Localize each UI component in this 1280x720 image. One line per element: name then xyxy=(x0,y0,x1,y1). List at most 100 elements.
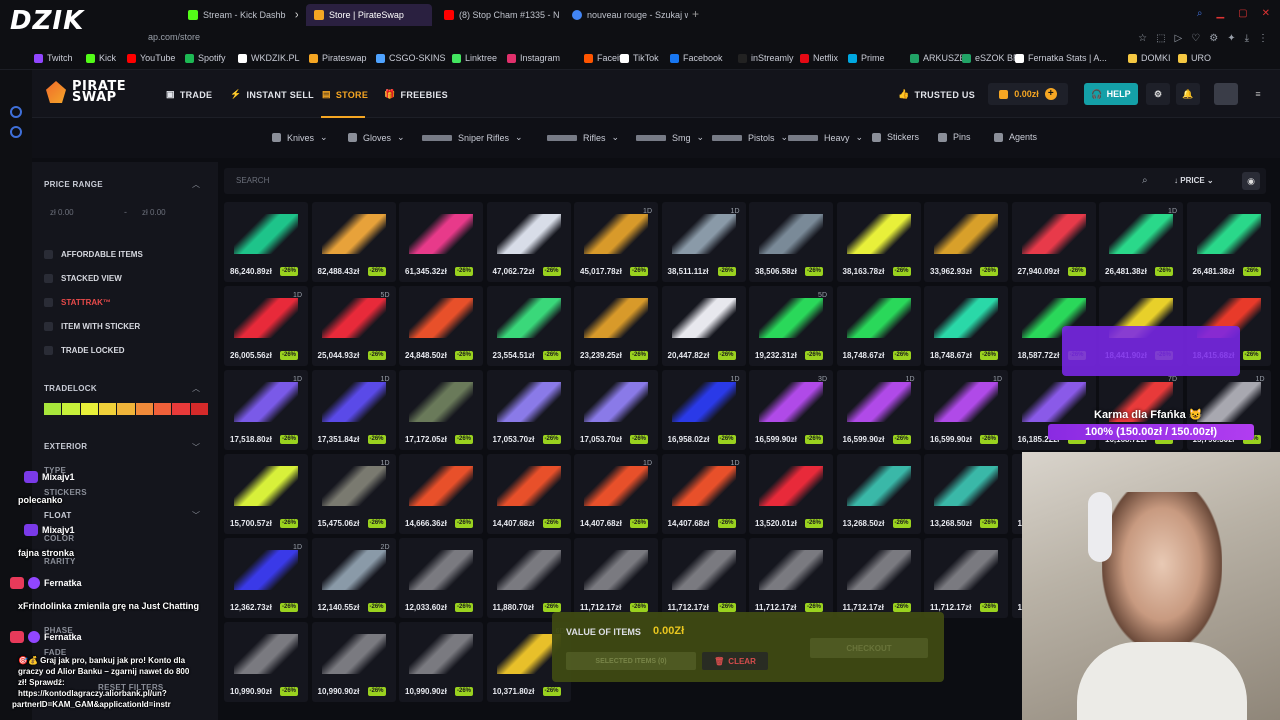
item-card[interactable]: 1D 16,958.02zł -26% xyxy=(661,370,746,450)
bookmark-prime[interactable]: Prime xyxy=(848,53,885,63)
category-stickers[interactable]: Stickers xyxy=(872,132,919,142)
item-card[interactable]: 26,481.38zł -26% xyxy=(1186,202,1271,282)
item-card[interactable]: 13,520.01zł -26% xyxy=(749,454,833,534)
search-tabs-icon[interactable]: ⌕ xyxy=(1197,8,1203,19)
url-field[interactable]: ap.com/store xyxy=(148,32,200,42)
new-tab-button[interactable]: + xyxy=(692,7,699,21)
bookmark-csgo-skins[interactable]: CSGO-SKINS xyxy=(376,53,446,63)
category-rifles[interactable]: Rifles ⌄ xyxy=(547,132,619,143)
bookmark-pirateswap[interactable]: Pirateswap xyxy=(309,53,367,63)
play-icon[interactable]: ▷ xyxy=(1175,33,1183,44)
settings-icon[interactable] xyxy=(10,126,22,138)
item-card[interactable]: 17,053.70zł -26% xyxy=(574,370,658,450)
bookmark-spotify[interactable]: Spotify xyxy=(185,53,226,63)
min-price-input[interactable]: zł 0.00 xyxy=(44,204,114,222)
filter-float[interactable]: FLOAT xyxy=(44,511,72,520)
close-window-icon[interactable]: ✕ xyxy=(1262,8,1270,19)
tradelock-segment[interactable] xyxy=(153,403,172,415)
tab-google-search[interactable]: nouveau rouge - Szukaj w xyxy=(564,4,688,26)
item-card[interactable]: 5D 19,232.31zł -26% xyxy=(749,286,833,366)
help-button[interactable]: 🎧 HELP xyxy=(1084,83,1138,105)
item-card[interactable]: 23,554.51zł -26% xyxy=(486,286,571,366)
pirateswap-logo[interactable]: PIRATE SWAP xyxy=(46,80,126,104)
menu-icon[interactable]: ⋮ xyxy=(1258,33,1268,44)
history-icon[interactable] xyxy=(10,106,22,118)
chevron-down-icon[interactable]: ﹀ xyxy=(192,442,200,453)
settings-button[interactable]: ⚙ xyxy=(1146,83,1170,105)
item-card[interactable]: 18,748.67zł -26% xyxy=(924,286,1008,366)
item-card[interactable]: 27,940.09zł -26% xyxy=(1011,202,1096,282)
item-card[interactable]: 1D 26,005.56zł -26% xyxy=(224,286,308,366)
item-card[interactable]: 15,700.57zł -26% xyxy=(224,454,308,534)
bookmark-facebook[interactable]: Facebook xyxy=(670,53,723,63)
item-card[interactable]: 1D 45,017.78zł -26% xyxy=(574,202,658,282)
checkbox-stacked-view[interactable]: STACKED VIEW xyxy=(44,274,122,283)
item-card[interactable]: 10,990.90zł -26% xyxy=(311,622,396,702)
search-icon[interactable]: ⌕ xyxy=(1142,175,1148,186)
tradelock-segment[interactable] xyxy=(190,403,208,415)
item-card[interactable]: 14,666.36zł -26% xyxy=(399,454,483,534)
checkbox-stattrak[interactable]: STATTRAK™ xyxy=(44,298,111,307)
item-card[interactable]: 33,962.93zł -26% xyxy=(924,202,1008,282)
max-price-input[interactable]: zł 0.00 xyxy=(136,204,206,222)
chevron-up-icon[interactable]: ︿ xyxy=(192,179,200,190)
item-card[interactable]: 11,712.17zł -26% xyxy=(836,538,921,618)
item-card[interactable]: 1D 26,481.38zł -26% xyxy=(1099,202,1183,282)
item-card[interactable]: 24,848.50zł -26% xyxy=(399,286,483,366)
tradelock-segment[interactable] xyxy=(62,403,80,415)
item-card[interactable]: 38,163.78zł -26% xyxy=(836,202,921,282)
item-card[interactable]: 2D 12,140.55zł -26% xyxy=(311,538,396,618)
search-input[interactable]: SEARCH xyxy=(236,176,269,185)
clear-button[interactable]: 🗑 CLEAR xyxy=(702,652,768,670)
bookmark-uro[interactable]: URO xyxy=(1178,53,1211,63)
item-card[interactable]: 13,268.50zł -26% xyxy=(924,454,1008,534)
bookmark-eszok-br[interactable]: eSZOK BR xyxy=(962,53,1020,63)
nav-freebies[interactable]: 🎁 FREEBIES xyxy=(384,89,448,100)
nav-store[interactable]: ▤ STORE xyxy=(322,89,368,100)
checkbox-affordable-items[interactable]: AFFORDABLE ITEMS xyxy=(44,250,143,259)
chevron-down-icon[interactable]: ﹀ xyxy=(192,510,200,521)
category-pistols[interactable]: Pistols ⌄ xyxy=(712,132,788,143)
minimize-icon[interactable]: ▁ xyxy=(1216,8,1224,19)
balance-display[interactable]: 0.00zł + xyxy=(988,83,1068,105)
item-card[interactable]: 38,506.58zł -26% xyxy=(749,202,833,282)
item-card[interactable]: 11,712.17zł -26% xyxy=(924,538,1008,618)
user-avatar[interactable] xyxy=(1214,83,1238,105)
item-card[interactable]: 1D 16,599.90zł -26% xyxy=(836,370,921,450)
checkout-button[interactable]: CHECKOUT xyxy=(810,638,928,658)
bookmark-instagram[interactable]: Instagram xyxy=(507,53,560,63)
item-card[interactable]: 11,712.17zł -26% xyxy=(661,538,746,618)
item-card[interactable]: 1D 17,518.80zł -26% xyxy=(224,370,308,450)
item-card[interactable]: 13,268.50zł -26% xyxy=(836,454,921,534)
item-card[interactable]: 14,407.68zł -26% xyxy=(486,454,571,534)
bookmark-wkdzik-pl[interactable]: WKDZIK.PL xyxy=(238,53,300,63)
heart-icon[interactable]: ♡ xyxy=(1191,33,1200,44)
item-card[interactable]: 23,239.25zł -26% xyxy=(574,286,658,366)
nav-instant-sell[interactable]: ⚡ INSTANT SELL xyxy=(230,89,314,100)
tradelock-segment[interactable] xyxy=(172,403,190,415)
item-card[interactable]: 10,990.90zł -26% xyxy=(224,622,308,702)
category-knives[interactable]: Knives ⌄ xyxy=(272,132,328,143)
close-tab-icon[interactable]: × xyxy=(295,8,298,22)
bookmark-netflix[interactable]: Netflix xyxy=(800,53,838,63)
item-card[interactable]: 11,712.17zł -26% xyxy=(749,538,833,618)
checkbox-trade-locked[interactable]: TRADE LOCKED xyxy=(44,346,125,355)
item-card[interactable]: 1D 12,362.73zł -26% xyxy=(224,538,308,618)
screenshot-icon[interactable]: ⬚ xyxy=(1156,33,1165,44)
item-card[interactable]: 5D 25,044.93zł -26% xyxy=(311,286,396,366)
item-card[interactable]: 17,172.05zł -26% xyxy=(399,370,483,450)
bookmark-linktree[interactable]: Linktree xyxy=(452,53,497,63)
item-card[interactable]: 82,488.43zł -26% xyxy=(311,202,396,282)
search-bar[interactable]: SEARCH ⌕ ↓ PRICE ⌄ ◉ xyxy=(224,168,1266,194)
chevron-up-icon[interactable]: ︿ xyxy=(192,383,200,394)
tradelock-segment[interactable] xyxy=(117,403,135,415)
checkbox-item-with-sticker[interactable]: ITEM WITH STICKER xyxy=(44,322,140,331)
item-card[interactable]: 1D 14,407.68zł -26% xyxy=(661,454,746,534)
item-card[interactable]: 11,880.70zł -26% xyxy=(486,538,571,618)
item-card[interactable]: 1D 15,475.06zł -26% xyxy=(311,454,396,534)
bookmark-fernatka-stats-a[interactable]: Fernatka Stats | A... xyxy=(1015,53,1107,63)
tab-youtube[interactable]: (8) Stop Cham #1335 - N xyxy=(436,4,560,26)
tab-store-pirateswap[interactable]: Store | PirateSwap xyxy=(306,4,432,26)
bookmark-instreamly[interactable]: inStreamly xyxy=(738,53,794,63)
item-card[interactable]: 1D 14,407.68zł -26% xyxy=(574,454,658,534)
